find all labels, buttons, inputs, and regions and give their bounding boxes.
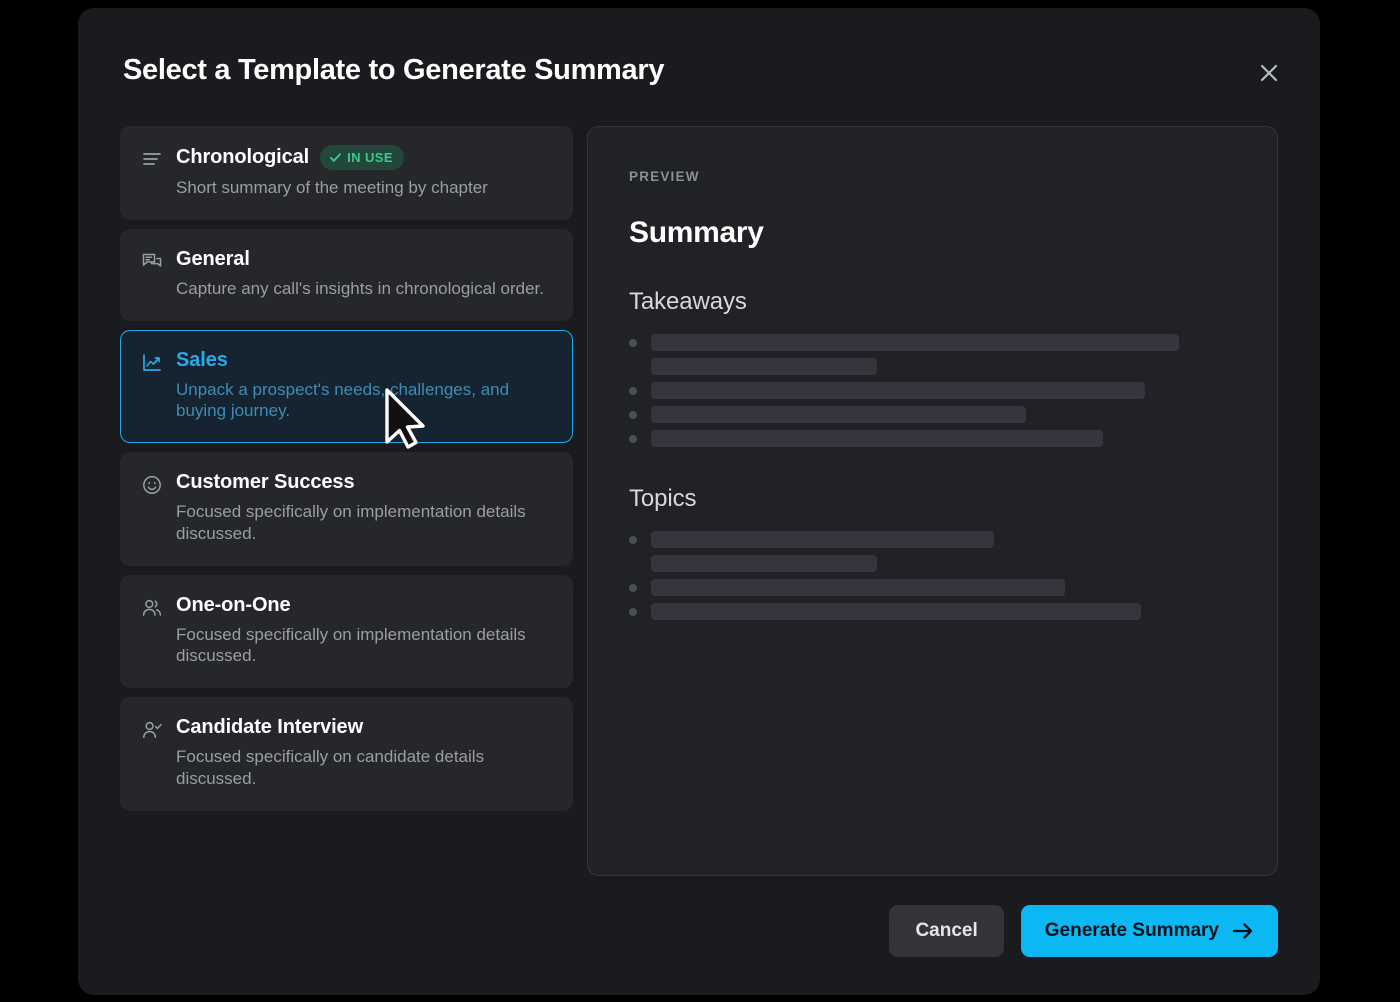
preview-panel: PREVIEW Summary Takeaways Topics bbox=[587, 126, 1278, 876]
smiley-face-icon bbox=[141, 474, 163, 496]
close-button[interactable] bbox=[1248, 52, 1290, 94]
skeleton-list bbox=[629, 531, 1231, 620]
skeleton-row bbox=[629, 531, 1231, 548]
two-people-icon bbox=[141, 597, 163, 619]
status-badge-in-use: IN USE bbox=[320, 145, 404, 170]
skeleton-list bbox=[629, 334, 1231, 447]
bullet-dot bbox=[629, 535, 637, 544]
bullet-dot bbox=[629, 338, 637, 347]
chat-bubbles-icon bbox=[141, 251, 163, 273]
template-description: Focused specifically on implementation d… bbox=[176, 502, 526, 543]
template-description: Focused specifically on implementation d… bbox=[176, 624, 526, 666]
skeleton-row bbox=[629, 406, 1231, 423]
status-badge-label: IN USE bbox=[347, 150, 393, 165]
preview-label: PREVIEW bbox=[629, 169, 700, 184]
preview-section-takeaways: Takeaways bbox=[629, 288, 1231, 447]
skeleton-bar bbox=[651, 430, 1103, 447]
template-description: Capture any call's insights in chronolog… bbox=[176, 278, 544, 298]
template-card-candidate-interview[interactable]: Candidate Interview Focused specifically… bbox=[120, 697, 573, 811]
skeleton-row bbox=[629, 334, 1231, 351]
bullet-dot bbox=[629, 386, 637, 395]
cancel-button[interactable]: Cancel bbox=[889, 905, 1004, 957]
template-name: Candidate Interview bbox=[176, 716, 364, 738]
template-list: Chronological IN USE Short summary of th… bbox=[120, 126, 573, 876]
bullet-dot bbox=[629, 607, 637, 616]
template-card-one-on-one[interactable]: One-on-One Focused specifically on imple… bbox=[120, 574, 573, 688]
template-description: Short summary of the meeting by chapter bbox=[176, 178, 488, 197]
generate-summary-label: Generate Summary bbox=[1044, 920, 1219, 941]
preview-section-topics: Topics bbox=[629, 485, 1231, 620]
bullet-dot-placeholder bbox=[629, 363, 637, 371]
bullet-dot bbox=[629, 434, 637, 443]
template-name: General bbox=[176, 247, 250, 270]
skeleton-bar bbox=[651, 555, 877, 572]
skeleton-row bbox=[629, 579, 1231, 596]
preview-heading: Summary bbox=[629, 216, 764, 249]
check-icon bbox=[329, 151, 342, 164]
template-card-general[interactable]: General Capture any call's insights in c… bbox=[120, 228, 573, 321]
bullet-dot bbox=[629, 410, 637, 419]
template-card-sales[interactable]: Sales Unpack a prospect's needs, challen… bbox=[120, 329, 573, 443]
arrow-right-icon bbox=[1232, 921, 1254, 941]
bullet-dot-placeholder bbox=[629, 560, 637, 568]
template-card-chronological[interactable]: Chronological IN USE Short summary of th… bbox=[120, 126, 573, 220]
dialog-body: Chronological IN USE Short summary of th… bbox=[120, 126, 1278, 876]
skeleton-row bbox=[629, 555, 1231, 572]
template-name: Customer Success bbox=[176, 471, 355, 493]
line-chart-icon bbox=[141, 352, 163, 374]
skeleton-bar bbox=[651, 382, 1145, 399]
skeleton-row bbox=[629, 603, 1231, 620]
template-card-customer-success[interactable]: Customer Success Focused specifically on… bbox=[120, 452, 573, 566]
skeleton-bar bbox=[651, 406, 1026, 423]
list-lines-icon bbox=[141, 148, 163, 170]
skeleton-bar bbox=[651, 334, 1179, 351]
skeleton-bar bbox=[651, 531, 994, 548]
section-heading: Topics bbox=[629, 485, 697, 512]
skeleton-bar bbox=[651, 603, 1141, 620]
template-description: Focused specifically on candidate detail… bbox=[176, 747, 485, 788]
generate-summary-button[interactable]: Generate Summary bbox=[1020, 905, 1278, 957]
skeleton-row bbox=[629, 358, 1231, 375]
template-name: Chronological bbox=[176, 146, 310, 168]
skeleton-row bbox=[629, 382, 1231, 399]
page-title: Select a Template to Generate Summary bbox=[123, 54, 665, 86]
skeleton-bar bbox=[651, 358, 877, 375]
template-selector-dialog: Select a Template to Generate Summary Ch… bbox=[78, 8, 1320, 995]
bullet-dot bbox=[629, 583, 637, 592]
template-description: Unpack a prospect's needs, challenges, a… bbox=[176, 379, 510, 421]
template-name: One-on-One bbox=[176, 593, 291, 616]
skeleton-row bbox=[629, 430, 1231, 447]
dialog-header: Select a Template to Generate Summary bbox=[78, 8, 1320, 118]
template-name: Sales bbox=[176, 348, 228, 371]
skeleton-bar bbox=[651, 579, 1065, 596]
close-icon bbox=[1257, 61, 1281, 85]
person-check-icon bbox=[141, 719, 163, 741]
section-heading: Takeaways bbox=[629, 288, 747, 315]
dialog-footer: Cancel Generate Summary bbox=[78, 905, 1278, 957]
